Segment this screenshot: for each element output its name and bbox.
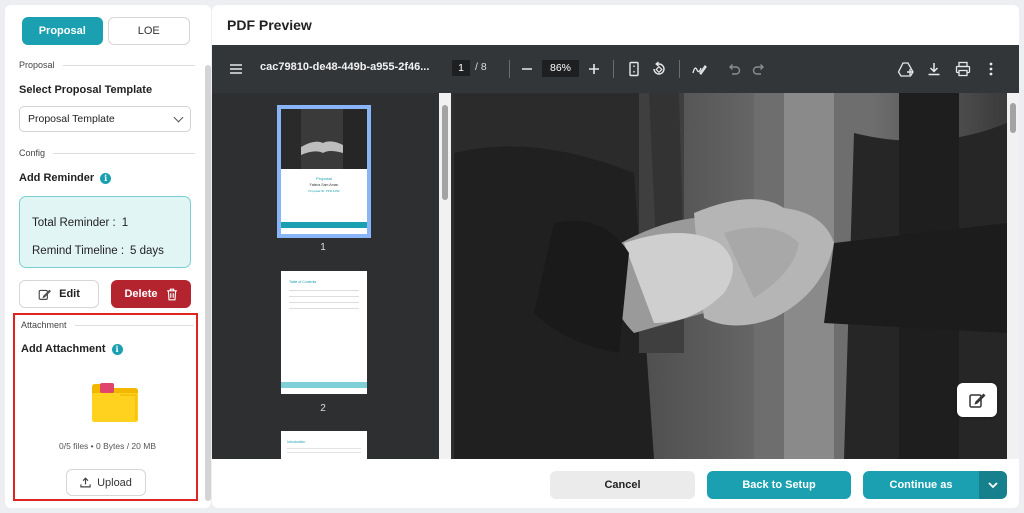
toolbar-divider	[679, 60, 680, 78]
page-scrollbar[interactable]	[1007, 93, 1019, 459]
template-select-value: Proposal Template	[28, 113, 115, 125]
undo-icon[interactable]	[725, 60, 743, 78]
thumbnail-heading: Table of Contents	[289, 280, 317, 284]
delete-label: Delete	[124, 288, 158, 300]
thumbnail-footer-band	[281, 222, 367, 228]
page-thumbnail[interactable]: Table of Contents	[281, 271, 367, 394]
zoom-in-icon[interactable]	[585, 60, 603, 78]
thumbnail-cover-photo	[281, 109, 367, 169]
thumbnail-footer-band	[281, 382, 367, 388]
total-reminder-label: Total Reminder :	[32, 217, 116, 229]
remind-timeline-value: 5 days	[130, 245, 164, 257]
edit-document-button[interactable]	[957, 383, 997, 417]
tab-proposal[interactable]: Proposal	[22, 17, 103, 45]
redo-icon[interactable]	[750, 60, 768, 78]
edit-icon	[38, 289, 52, 300]
thumbnail-cover-meta: Proposal ID: PPR-1052	[308, 189, 340, 193]
toolbar-divider	[509, 60, 510, 78]
add-to-drive-icon[interactable]	[897, 60, 915, 78]
handshake-photo	[454, 93, 1007, 459]
download-icon[interactable]	[925, 60, 943, 78]
preview-panel: PDF Preview cac79810-de48-449b-a955-2f46…	[212, 5, 1019, 508]
left-panel: Proposal LOE Proposal Select Proposal Te…	[5, 5, 211, 508]
proposal-section-text: Proposal	[19, 60, 55, 70]
thumbnail-number: 1	[320, 242, 326, 253]
upload-icon	[80, 477, 91, 488]
reminder-summary-card: Total Reminder : 1 Remind Timeline : 5 d…	[19, 196, 191, 268]
proposal-template-select[interactable]: Proposal Template	[19, 106, 191, 132]
info-icon[interactable]: i	[100, 172, 112, 184]
section-divider	[74, 324, 193, 326]
app-root: Proposal LOE Proposal Select Proposal Te…	[0, 0, 1024, 513]
continue-options-button[interactable]	[979, 471, 1007, 499]
back-to-setup-button[interactable]: Back to Setup	[707, 471, 851, 499]
config-section-label: Config	[19, 148, 195, 158]
attachment-section-text: Attachment	[21, 320, 67, 330]
chevron-down-icon	[988, 482, 998, 489]
info-icon[interactable]: i	[111, 343, 123, 355]
annotate-icon[interactable]	[690, 60, 708, 78]
pdf-toolbar: cac79810-de48-449b-a955-2f46... 1 / 8 86…	[212, 45, 1019, 93]
pdf-viewer: cac79810-de48-449b-a955-2f46... 1 / 8 86…	[212, 45, 1019, 459]
thumbnail-text-lines	[287, 448, 361, 453]
config-section-text: Config	[19, 148, 46, 158]
continue-as-button[interactable]: Continue as	[863, 471, 979, 499]
zoom-out-icon[interactable]	[518, 60, 536, 78]
page-thumbnail[interactable]: Introduction	[281, 431, 367, 459]
fit-page-icon[interactable]	[625, 60, 643, 78]
toolbar-divider	[613, 60, 614, 78]
thumbnail-heading: Introduction	[287, 440, 306, 444]
page-scroll-thumb[interactable]	[1010, 103, 1016, 133]
left-panel-scrollbar[interactable]	[205, 65, 211, 501]
page-title: PDF Preview	[227, 17, 312, 33]
thumbnail-toc-lines	[289, 290, 359, 309]
attachment-title-row: Add Attachment i	[21, 343, 123, 355]
section-divider	[62, 64, 195, 66]
reminder-title-row: Add Reminder i	[19, 172, 112, 184]
more-options-icon[interactable]	[982, 60, 1000, 78]
rotate-icon[interactable]	[650, 60, 668, 78]
edit-label: Edit	[59, 288, 80, 300]
total-reminder-value: 1	[121, 217, 129, 229]
thumbnail-sidebar: Proposal Fatima Sam Aman Proposal ID: PP…	[212, 93, 437, 459]
edit-button[interactable]: Edit	[19, 280, 99, 308]
page-thumbnail[interactable]: Proposal Fatima Sam Aman Proposal ID: PP…	[277, 105, 371, 238]
chevron-down-icon	[173, 112, 184, 122]
page-total: / 8	[475, 61, 487, 73]
trash-icon	[166, 288, 177, 300]
attachment-section: Attachment Add Attachment i 0/5 files • …	[13, 313, 198, 501]
section-divider	[53, 152, 195, 154]
proposal-section-label: Proposal	[19, 60, 195, 70]
reminder-title: Add Reminder	[19, 172, 95, 184]
cancel-button[interactable]: Cancel	[550, 471, 695, 499]
template-title: Select Proposal Template	[19, 84, 153, 96]
pdf-filename: cac79810-de48-449b-a955-2f46...	[260, 61, 430, 73]
thumbnail-cover-subtitle: Fatima Sam Aman	[309, 183, 339, 187]
zoom-level[interactable]: 86%	[542, 60, 579, 77]
folder-icon	[92, 383, 138, 422]
page-number-input[interactable]: 1	[452, 60, 470, 76]
attachment-title: Add Attachment	[21, 343, 106, 355]
proposal-loe-tabs: Proposal LOE	[22, 17, 190, 45]
files-summary: 0/5 files • 0 Bytes / 20 MB	[59, 441, 156, 451]
thumbnail-cover-title: Proposal	[316, 176, 332, 181]
upload-button[interactable]: Upload	[66, 469, 146, 496]
remind-timeline-label: Remind Timeline :	[32, 245, 125, 257]
thumbnail-number: 2	[320, 403, 326, 414]
print-icon[interactable]	[954, 60, 972, 78]
pdf-page-canvas	[454, 93, 1007, 459]
thumbnail-scroll-thumb[interactable]	[442, 105, 448, 200]
upload-label: Upload	[97, 476, 132, 489]
attachment-section-label: Attachment	[21, 320, 193, 330]
delete-button[interactable]: Delete	[111, 280, 191, 308]
edit-icon	[969, 393, 986, 408]
tab-loe[interactable]: LOE	[107, 17, 190, 45]
thumbnail-scrollbar[interactable]	[439, 93, 451, 459]
menu-icon[interactable]	[227, 60, 245, 78]
